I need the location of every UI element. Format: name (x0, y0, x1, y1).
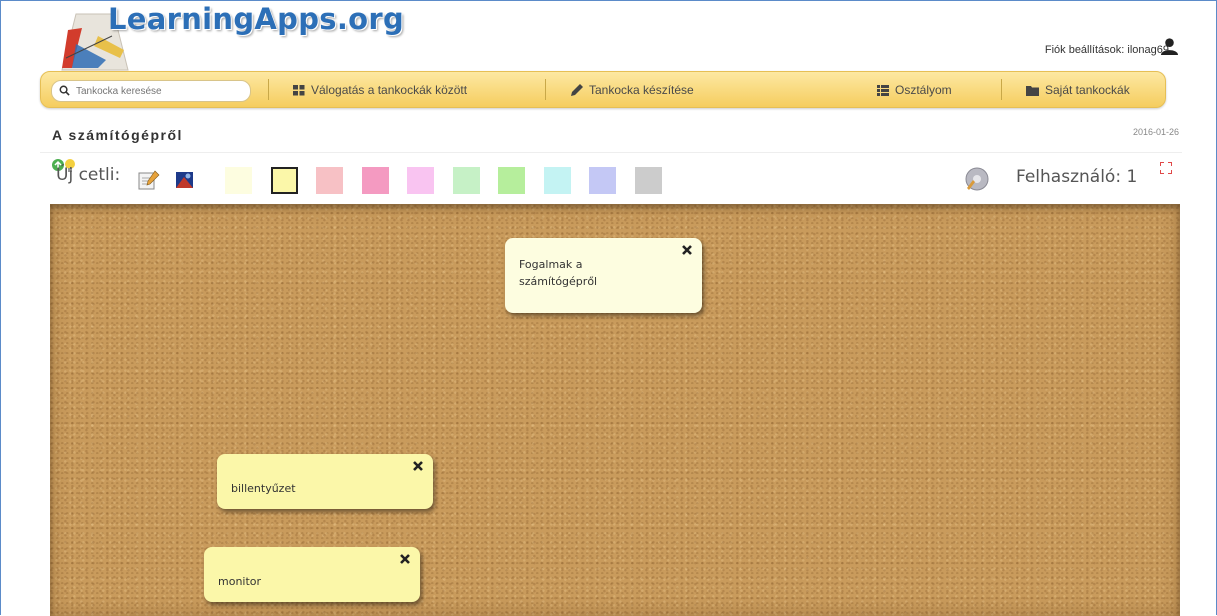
nav-browse-apps[interactable]: Válogatás a tankockák között (293, 81, 467, 99)
color-swatch[interactable] (543, 167, 571, 194)
nav-create-app-label: Tankocka készítése (589, 83, 694, 97)
nav-create-app[interactable]: Tankocka készítése (571, 81, 694, 99)
note-text: Fogalmak a (519, 258, 583, 271)
nav-separator (545, 79, 546, 100)
close-icon[interactable] (412, 460, 424, 472)
account-settings-link[interactable]: Fiók beállítások: ilonag69 (1045, 44, 1169, 56)
nav-my-class[interactable]: Osztályom (877, 81, 952, 99)
fullscreen-icon[interactable] (1160, 162, 1172, 174)
pinboard[interactable]: Fogalmak a számítógépről billentyűzet mo… (50, 204, 1180, 616)
search-box[interactable] (51, 80, 251, 102)
nav-browse-apps-label: Válogatás a tankockák között (311, 83, 468, 97)
divider (40, 152, 1182, 153)
nav-my-apps[interactable]: Saját tankockák (1026, 81, 1130, 99)
note-text: számítógépről (519, 275, 598, 288)
pencil-icon (571, 84, 583, 96)
note-keyboard[interactable]: billentyűzet (217, 454, 433, 509)
page-title: A számítógépről (52, 127, 183, 143)
new-note-label: Új cetli: (56, 165, 121, 185)
note-concepts[interactable]: Fogalmak a számítógépről (505, 238, 702, 313)
close-icon[interactable] (399, 553, 411, 565)
color-swatch[interactable] (270, 167, 298, 194)
nav-separator (268, 79, 269, 100)
note-monitor[interactable]: monitor (204, 547, 420, 602)
color-swatch[interactable] (361, 167, 389, 194)
user-count: Felhasználó: 1 (1016, 167, 1138, 187)
main-navbar: Válogatás a tankockák között Tankocka ké… (40, 71, 1166, 108)
search-icon (59, 85, 70, 96)
color-swatch[interactable] (589, 167, 616, 194)
page-date: 2016-01-26 (1132, 127, 1179, 137)
color-swatch[interactable] (452, 167, 480, 194)
user-icon[interactable] (1160, 37, 1179, 56)
list-icon (877, 84, 889, 96)
color-swatch[interactable] (498, 167, 525, 194)
color-swatch[interactable] (634, 167, 662, 194)
edit-note-icon[interactable] (138, 170, 160, 190)
color-swatch[interactable] (316, 167, 343, 194)
color-swatch[interactable] (225, 167, 252, 194)
image-note-icon[interactable] (174, 170, 196, 190)
nav-my-class-label: Osztályom (895, 83, 952, 97)
folder-icon (1026, 85, 1039, 96)
close-icon[interactable] (681, 244, 693, 256)
grid-icon (293, 84, 305, 95)
note-text: monitor (218, 575, 262, 588)
note-text: billentyűzet (231, 482, 296, 495)
logo-text[interactable]: LearningApps.org (108, 2, 404, 36)
nav-my-apps-label: Saját tankockák (1045, 83, 1130, 97)
settings-icon[interactable] (963, 166, 991, 192)
color-swatch[interactable] (407, 167, 434, 194)
search-input[interactable] (74, 83, 248, 100)
nav-separator (1001, 79, 1002, 100)
